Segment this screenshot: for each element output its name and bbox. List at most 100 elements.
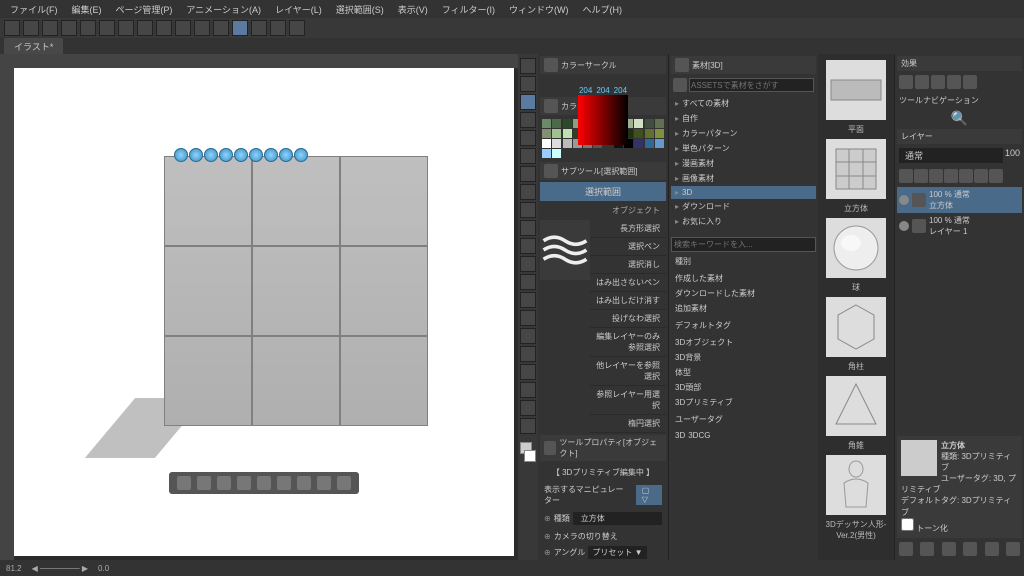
tree-item[interactable]: ▸ お気に入り <box>671 214 816 229</box>
sel-tool-item[interactable]: 投げなわ選択 <box>590 310 666 328</box>
tree-item[interactable]: ▸ 画像素材 <box>671 171 816 186</box>
layer-row[interactable]: 100 % 通常立方体 <box>897 187 1022 213</box>
layer-row[interactable]: 100 % 通常レイヤー 1 <box>897 213 1022 239</box>
status-angle[interactable]: 0.0 <box>98 564 109 573</box>
asset-thumb[interactable] <box>826 455 886 515</box>
sel-tool-item[interactable]: 参照レイヤー用選択 <box>590 386 666 415</box>
sel-tool-item[interactable]: はみ出しだけ消す <box>590 292 666 310</box>
menu-view[interactable]: 表示(V) <box>392 1 434 18</box>
tp-item[interactable]: ⊕アングル プリセット ▼ <box>540 544 666 560</box>
menu-filter[interactable]: フィルター(I) <box>436 1 501 18</box>
tb-ruler[interactable] <box>270 20 286 36</box>
manip-reset-icon[interactable] <box>279 148 293 162</box>
tool-operate[interactable] <box>520 94 536 110</box>
menu-help[interactable]: ヘルプ(H) <box>577 1 629 18</box>
swatch[interactable] <box>552 139 561 148</box>
tag-item[interactable]: 追加素材 <box>671 301 816 316</box>
bt-mask-icon[interactable] <box>317 476 331 490</box>
sel-tool-item[interactable]: 楕円選択 <box>590 415 666 433</box>
deftag-item[interactable]: 3Dオブジェクト <box>671 335 816 350</box>
tp-kind-select[interactable]: 立方体 <box>573 512 662 525</box>
swatch[interactable] <box>563 119 572 128</box>
ft3[interactable] <box>942 542 956 556</box>
tool-marquee[interactable] <box>520 130 536 146</box>
deftag-item[interactable]: 3D頭部 <box>671 380 816 395</box>
swatch[interactable] <box>645 139 654 148</box>
bt-close-icon[interactable] <box>337 476 351 490</box>
color-square[interactable] <box>578 95 628 145</box>
manip-light-icon[interactable] <box>294 148 308 162</box>
swatch[interactable] <box>563 139 572 148</box>
manip-camera-icon[interactable] <box>219 148 233 162</box>
usertag-3dcg[interactable]: 3DCG <box>688 431 710 440</box>
status-zoom[interactable]: 81.2 <box>6 564 22 573</box>
sel-tool-item[interactable]: 編集レイヤーのみ参照選択 <box>590 328 666 357</box>
sel-tool-item[interactable]: 長方形選択 <box>590 220 666 238</box>
sel-tool-item[interactable]: 選択ペン <box>590 238 666 256</box>
tool-correct[interactable] <box>520 418 536 434</box>
tb-assist[interactable] <box>289 20 305 36</box>
asset-thumb[interactable] <box>826 297 886 357</box>
bt-deselect-icon[interactable] <box>217 476 231 490</box>
tb-copy[interactable] <box>118 20 134 36</box>
asset-thumb[interactable] <box>826 139 886 199</box>
tb-grid[interactable] <box>251 20 267 36</box>
lyr-btn7[interactable] <box>989 169 1003 183</box>
tool-wand[interactable] <box>520 148 536 164</box>
fx2-icon[interactable] <box>915 75 929 89</box>
toolprop-head[interactable]: ツールプロパティ[オブジェクト] <box>540 435 666 461</box>
swatch[interactable] <box>645 129 654 138</box>
asset-search[interactable] <box>689 78 814 92</box>
tb-snap[interactable] <box>232 20 248 36</box>
menu-select[interactable]: 選択範囲(S) <box>330 1 390 18</box>
tool-layermove[interactable] <box>520 112 536 128</box>
lyr-btn3[interactable] <box>929 169 943 183</box>
tool-deco[interactable] <box>520 256 536 272</box>
deftag-item[interactable]: 3D背景 <box>671 350 816 365</box>
bt-expand-icon[interactable] <box>257 476 271 490</box>
menu-layer[interactable]: レイヤー(L) <box>269 1 328 18</box>
lyr-btn5[interactable] <box>959 169 973 183</box>
opacity-value[interactable]: 100 <box>1005 148 1020 163</box>
tag-item[interactable]: 作成した素材 <box>671 271 816 286</box>
manip-move-icon[interactable] <box>174 148 188 162</box>
tb-flip[interactable] <box>213 20 229 36</box>
tb-paste[interactable] <box>137 20 153 36</box>
swatch[interactable] <box>655 129 664 138</box>
ft4[interactable] <box>963 542 977 556</box>
tb-new[interactable] <box>4 20 20 36</box>
tree-item[interactable]: ▸ 漫画素材 <box>671 156 816 171</box>
asset-thumb[interactable] <box>826 376 886 436</box>
tag-item[interactable]: ダウンロードした素材 <box>671 286 816 301</box>
manip-scale-icon[interactable] <box>204 148 218 162</box>
tool-blend[interactable] <box>520 292 536 308</box>
fx5-icon[interactable] <box>963 75 977 89</box>
lyr-btn1[interactable] <box>899 169 913 183</box>
fx3-icon[interactable] <box>931 75 945 89</box>
asset-thumb[interactable] <box>826 218 886 278</box>
swatch[interactable] <box>552 119 561 128</box>
sel-tool-item[interactable]: 選択消し <box>590 256 666 274</box>
menu-window[interactable]: ウィンドウ(W) <box>503 1 575 18</box>
tool-text[interactable] <box>520 364 536 380</box>
swatch[interactable] <box>552 129 561 138</box>
keyword-search[interactable] <box>671 237 816 252</box>
color-circle-head[interactable]: カラーサークル <box>540 56 666 74</box>
manip-zoom-icon[interactable] <box>249 148 263 162</box>
swatch[interactable] <box>634 139 643 148</box>
subtool-head[interactable]: サブツール[選択範囲] <box>540 162 666 180</box>
deftag-item[interactable]: 3Dプリミティブ <box>671 395 816 410</box>
swatch[interactable] <box>542 139 551 148</box>
ft1[interactable] <box>899 542 913 556</box>
tb-delete[interactable] <box>156 20 172 36</box>
tool-fill[interactable] <box>520 310 536 326</box>
manip-rotate-icon[interactable] <box>189 148 203 162</box>
swatch[interactable] <box>542 129 551 138</box>
menu-edit[interactable]: 編集(E) <box>66 1 108 18</box>
bt-invert-icon[interactable] <box>237 476 251 490</box>
tool-figure[interactable] <box>520 346 536 362</box>
swatch[interactable] <box>634 129 643 138</box>
blend-mode[interactable]: 通常 <box>899 148 1003 163</box>
fx1-icon[interactable] <box>899 75 913 89</box>
sel-tool-item[interactable]: 他レイヤーを参照選択 <box>590 357 666 386</box>
